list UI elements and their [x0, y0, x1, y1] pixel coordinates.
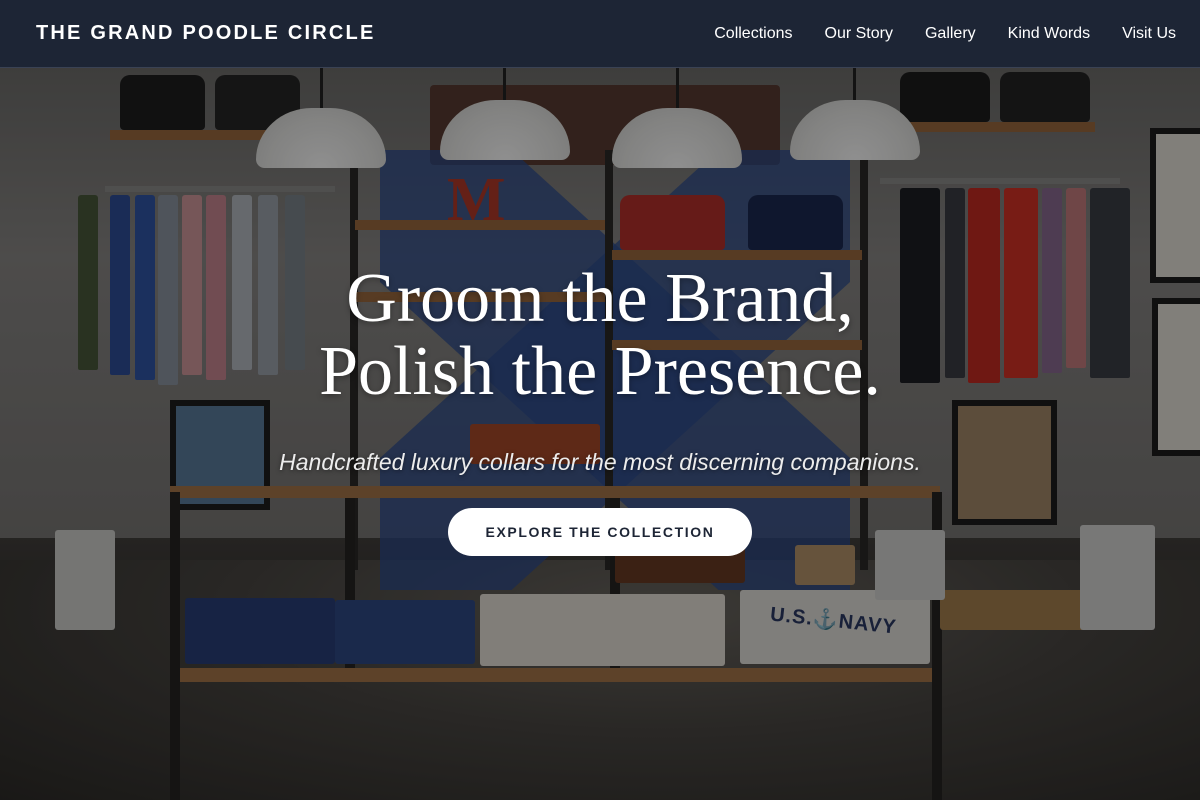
- explore-collection-button[interactable]: EXPLORE THE COLLECTION: [448, 508, 752, 556]
- hero-headline-line-2: Polish the Presence.: [319, 333, 881, 410]
- nav-link-collections[interactable]: Collections: [714, 25, 792, 43]
- brand-logo-text[interactable]: THE GRAND POODLE CIRCLE: [36, 22, 376, 45]
- nav-link-visit-us[interactable]: Visit Us: [1122, 25, 1176, 43]
- hero-section: Groom the Brand, Polish the Presence. Ha…: [0, 262, 1200, 556]
- top-navigation-bar: THE GRAND POODLE CIRCLE Collections Our …: [0, 0, 1200, 68]
- hero-headline-line-1: Groom the Brand,: [346, 260, 854, 337]
- hero-subheadline: Handcrafted luxury collars for the most …: [279, 449, 921, 475]
- nav-link-kind-words[interactable]: Kind Words: [1008, 25, 1090, 43]
- hero-headline: Groom the Brand, Polish the Presence.: [0, 262, 1200, 408]
- nav-link-gallery[interactable]: Gallery: [925, 25, 976, 43]
- nav-link-our-story[interactable]: Our Story: [825, 25, 893, 43]
- nav-links: Collections Our Story Gallery Kind Words…: [714, 25, 1176, 43]
